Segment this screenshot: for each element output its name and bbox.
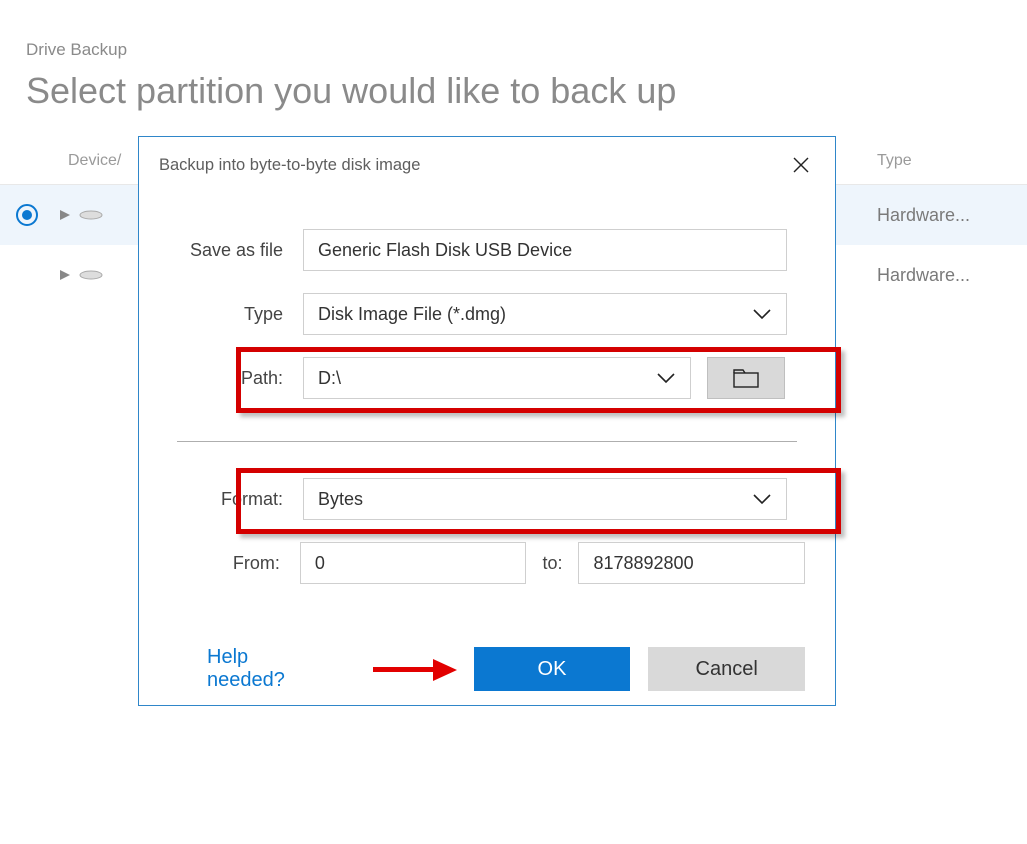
disk-icon: [78, 209, 104, 221]
ok-button[interactable]: OK: [474, 647, 631, 691]
chevron-down-icon: [752, 308, 772, 320]
path-value: D:\: [318, 368, 341, 389]
close-button[interactable]: [787, 151, 815, 179]
save-as-file-input[interactable]: Generic Flash Disk USB Device: [303, 229, 787, 271]
close-icon: [793, 157, 809, 173]
dialog-title: Backup into byte-to-byte disk image: [159, 156, 420, 175]
to-label: to:: [526, 553, 578, 574]
expand-triangle-icon[interactable]: [58, 268, 72, 282]
breadcrumb: Drive Backup: [26, 40, 1027, 60]
path-label: Path:: [169, 368, 303, 389]
browse-button[interactable]: [707, 357, 785, 399]
save-label: Save as file: [169, 240, 303, 261]
to-input[interactable]: 8178892800: [578, 542, 805, 584]
path-select[interactable]: D:\: [303, 357, 691, 399]
format-label: Format:: [169, 489, 303, 510]
divider: [177, 441, 797, 442]
format-value: Bytes: [318, 489, 363, 510]
type-select[interactable]: Disk Image File (*.dmg): [303, 293, 787, 335]
expand-triangle-icon[interactable]: [58, 208, 72, 222]
col-type: Type: [877, 152, 1027, 170]
folder-icon: [733, 368, 759, 388]
annotation-arrow-icon: [373, 659, 456, 679]
help-link[interactable]: Help needed?: [207, 646, 325, 692]
row-type: Hardware...: [877, 265, 1027, 286]
cancel-button[interactable]: Cancel: [648, 647, 805, 691]
chevron-down-icon: [752, 493, 772, 505]
from-label: From:: [169, 553, 300, 574]
format-select[interactable]: Bytes: [303, 478, 787, 520]
type-value: Disk Image File (*.dmg): [318, 304, 506, 325]
row-type: Hardware...: [877, 205, 1027, 226]
disk-icon: [78, 269, 104, 281]
radio-selected-icon[interactable]: [16, 204, 38, 226]
page-title: Select partition you would like to back …: [26, 70, 1027, 112]
backup-dialog: Backup into byte-to-byte disk image Save…: [138, 136, 836, 706]
from-input[interactable]: 0: [300, 542, 527, 584]
type-label: Type: [169, 304, 303, 325]
chevron-down-icon: [656, 372, 676, 384]
radio-icon[interactable]: [16, 264, 38, 286]
